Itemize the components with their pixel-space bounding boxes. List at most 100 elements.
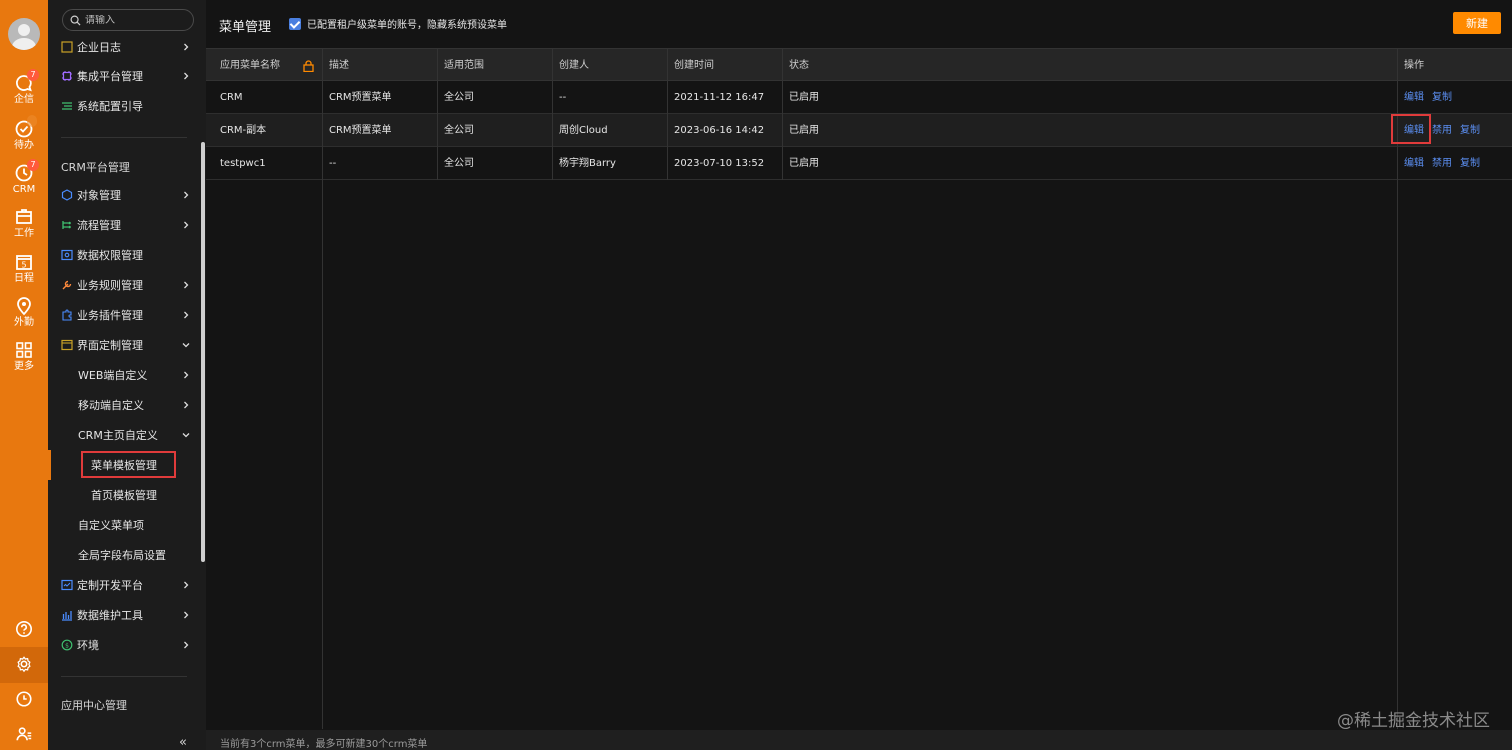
column-divider: [667, 48, 668, 180]
search-input[interactable]: [85, 14, 185, 26]
chevron-right-icon: [184, 281, 189, 289]
guide-icon: [62, 102, 72, 110]
cell-created: 2023-07-10 13:52: [674, 158, 765, 169]
chevron-right-icon: [184, 581, 189, 589]
sidebar-item-crm-home-custom[interactable]: CRM主页自定义: [48, 420, 206, 450]
sidebar-item-data-permission[interactable]: 数据权限管理: [48, 240, 206, 270]
help-button[interactable]: [0, 620, 48, 638]
cell-desc: CRM预置菜单: [329, 92, 392, 103]
sidebar-item-integration[interactable]: 集成平台管理: [48, 61, 206, 91]
chevron-right-icon: [184, 311, 189, 319]
edit-link[interactable]: 编辑: [1404, 92, 1424, 103]
sidebar-item-label: 业务插件管理: [77, 309, 143, 322]
sidebar-item-business-plugins[interactable]: 业务插件管理: [48, 300, 206, 330]
main-content: 菜单管理 已配置租户级菜单的账号，隐藏系统预设菜单 新建 应用菜单名称 描述 适…: [206, 0, 1512, 750]
sidebar-item-label: 企业日志: [77, 41, 121, 54]
column-header-status: 状态: [789, 60, 809, 71]
cell-creator: 周创Cloud: [559, 125, 608, 136]
checkbox-checked[interactable]: [289, 17, 301, 30]
cell-ops: 编辑 复制: [1390, 81, 1460, 114]
rail-item-qixin[interactable]: 7 企信: [0, 69, 48, 106]
log-icon: [61, 41, 73, 53]
sidebar-item-environment[interactable]: $ 环境: [48, 630, 206, 660]
column-header-desc: 描述: [329, 60, 349, 71]
sidebar-item-label: 数据维护工具: [77, 609, 143, 622]
user-avatar[interactable]: [8, 18, 40, 50]
grid-icon: [16, 342, 32, 358]
sidebar-item-dev-platform[interactable]: 定制开发平台: [48, 570, 206, 600]
sidebar-item-label: 移动端自定义: [78, 399, 144, 412]
checkbox-label: 已配置租户级菜单的账号，隐藏系统预设菜单: [307, 20, 507, 31]
column-header-created: 创建时间: [674, 60, 714, 71]
table-row[interactable]: CRM CRM预置菜单 全公司 -- 2021-11-12 16:47 已启用 …: [206, 81, 1512, 114]
copy-link[interactable]: 复制: [1432, 92, 1452, 103]
copy-link[interactable]: 复制: [1460, 158, 1480, 169]
settings-button[interactable]: [0, 655, 48, 673]
chevron-right-icon: [184, 221, 189, 229]
rail-item-work[interactable]: 工作: [0, 207, 48, 240]
edit-link[interactable]: 编辑: [1404, 158, 1424, 169]
flow-icon: [62, 221, 71, 229]
sidebar-item-data-tools[interactable]: 数据维护工具: [48, 600, 206, 630]
history-button[interactable]: [0, 690, 48, 708]
gear-icon: [17, 656, 31, 673]
sidebar-item-objects[interactable]: 对象管理: [48, 180, 206, 210]
code-window-icon: [61, 579, 73, 591]
watermark: @稀土掘金技术社区: [1337, 711, 1490, 731]
history-clock-icon: [16, 691, 32, 707]
sidebar-item-global-field-layout[interactable]: 全局字段布局设置: [48, 540, 206, 570]
chip-icon: [62, 71, 72, 81]
new-button[interactable]: 新建: [1453, 12, 1501, 34]
chevron-right-icon: [184, 191, 189, 199]
rail-label: 更多: [14, 361, 34, 372]
sidebar-search[interactable]: [62, 9, 194, 31]
sidebar-item-ui-customization[interactable]: 界面定制管理: [48, 330, 206, 360]
disable-link[interactable]: 禁用: [1432, 158, 1452, 169]
copy-link[interactable]: 复制: [1460, 125, 1480, 136]
badge-count: 7: [27, 159, 39, 171]
sidebar-item-label: CRM主页自定义: [78, 429, 158, 442]
sidebar-item-mobile-custom[interactable]: 移动端自定义: [48, 390, 206, 420]
sidebar-item-enterprise-log[interactable]: 企业日志: [48, 32, 206, 62]
sidebar-item-web-custom[interactable]: WEB端自定义: [48, 360, 206, 390]
cube-icon: [61, 189, 73, 201]
table-header: 应用菜单名称 描述 适用范围 创建人 创建时间 状态 操作: [206, 48, 1512, 81]
highlight-box: [1391, 114, 1431, 144]
column-divider: [322, 48, 323, 81]
hide-preset-menu-option[interactable]: 已配置租户级菜单的账号，隐藏系统预设菜单: [289, 16, 507, 31]
sidebar-item-label: WEB端自定义: [78, 369, 148, 382]
chevron-down-icon: [182, 433, 190, 438]
cell-creator: --: [559, 92, 567, 103]
sidebar-item-label: 首页模板管理: [91, 489, 157, 502]
disable-link[interactable]: 禁用: [1432, 125, 1452, 136]
rail-label: 日程: [14, 273, 34, 284]
sidebar-item-business-rules[interactable]: 业务规则管理: [48, 270, 206, 300]
table-row[interactable]: CRM-副本 CRM预置菜单 全公司 周创Cloud 2023-06-16 14…: [206, 114, 1512, 147]
rail-item-todo[interactable]: 待办: [0, 115, 48, 152]
sidebar-item-config-guide[interactable]: 系统配置引导: [48, 91, 206, 121]
section-title-app-center[interactable]: 应用中心管理: [61, 697, 127, 713]
calendar-date: 5: [21, 261, 26, 270]
column-divider: [782, 48, 783, 180]
column-header-scope: 适用范围: [444, 60, 484, 71]
badge-count: [27, 115, 37, 127]
lock-icon[interactable]: [303, 60, 314, 72]
rail-item-field[interactable]: 外勤: [0, 296, 48, 329]
collapse-sidebar-button[interactable]: «: [179, 735, 187, 750]
sidebar-item-label: 数据权限管理: [77, 249, 143, 262]
sidebar-item-home-template[interactable]: 首页模板管理: [48, 480, 206, 510]
sidebar-item-process[interactable]: 流程管理: [48, 210, 206, 240]
sidebar-scrollbar[interactable]: [201, 142, 205, 562]
sidebar-item-custom-menu-items[interactable]: 自定义菜单项: [48, 510, 206, 540]
rail-item-calendar[interactable]: 5 日程: [0, 252, 48, 285]
divider: [61, 676, 187, 677]
menu-table: 应用菜单名称 描述 适用范围 创建人 创建时间 状态 操作 CRM CRM预置菜…: [206, 48, 1512, 730]
rail-item-more[interactable]: 更多: [0, 340, 48, 373]
rail-label: 待办: [14, 140, 34, 151]
table-footer: 当前有3个crm菜单，最多可新建30个crm菜单: [206, 730, 1512, 750]
rail-item-crm[interactable]: 7 CRM: [0, 159, 48, 196]
contacts-button[interactable]: [0, 725, 48, 743]
badge-count: 7: [27, 69, 39, 81]
table-row[interactable]: testpwc1 -- 全公司 杨宇翔Barry 2023-07-10 13:5…: [206, 147, 1512, 180]
sidebar-item-label: 流程管理: [77, 219, 121, 232]
